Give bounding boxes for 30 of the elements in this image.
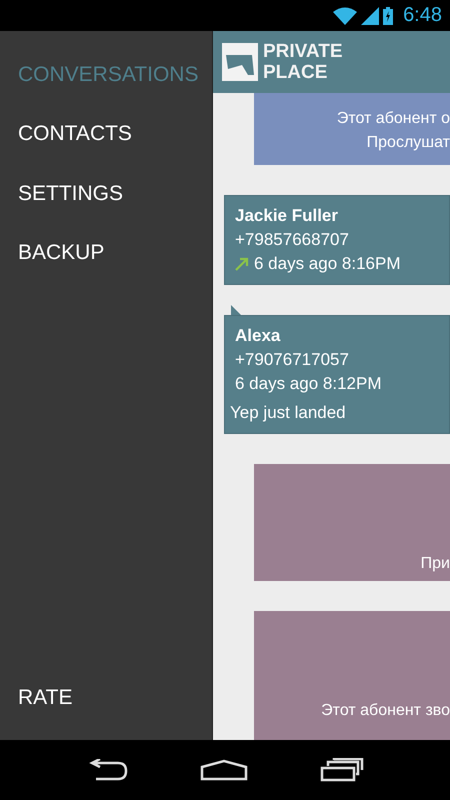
call-card[interactable]: Этот абонент зво — [254, 611, 450, 740]
contact-name: Jackie Fuller — [235, 205, 340, 227]
card-text: Этот абонент зво — [321, 701, 450, 721]
call-card[interactable]: При — [254, 464, 450, 581]
signal-icon — [361, 6, 380, 24]
call-card[interactable]: Этот абонент о Прослушат — [254, 93, 450, 165]
clock-time: 6:48 — [403, 4, 442, 27]
card-text: При — [420, 554, 450, 574]
recent-apps-icon[interactable] — [320, 758, 364, 782]
conversation-card[interactable]: Alexa +79076717057 6 days ago 8:12PM Yep just landed — [224, 315, 450, 434]
card-text: Прослушат — [366, 133, 450, 153]
phone-number: +79076717057 — [235, 349, 350, 371]
drawer-item[interactable]: RATE — [0, 668, 212, 728]
wifi-icon — [333, 6, 358, 24]
call-time: 6 days ago 8:16PM — [254, 253, 400, 275]
drawer-item[interactable]: CONVERSATIONS — [0, 45, 212, 104]
call-time: 6 days ago 8:12PM — [235, 373, 382, 395]
conversation-card[interactable]: Jackie Fuller +79857668707 6 days ago 8:16PM — [224, 195, 450, 285]
message-text: Yep just landed — [230, 402, 347, 424]
phone-number: +79857668707 — [235, 229, 350, 251]
contact-name: Alexa — [235, 325, 282, 347]
battery-icon — [383, 6, 394, 24]
logo-text: PLACE — [263, 62, 328, 83]
logo-icon — [222, 43, 258, 81]
drawer-item[interactable]: CONTACTS — [0, 104, 212, 164]
drawer-item[interactable]: BACKUP — [0, 224, 212, 283]
logo-text: PRIVATE — [263, 41, 343, 62]
drawer-item[interactable]: SETTINGS — [0, 164, 212, 224]
card-text: Этот абонент о — [336, 109, 450, 129]
home-icon[interactable] — [200, 759, 248, 781]
